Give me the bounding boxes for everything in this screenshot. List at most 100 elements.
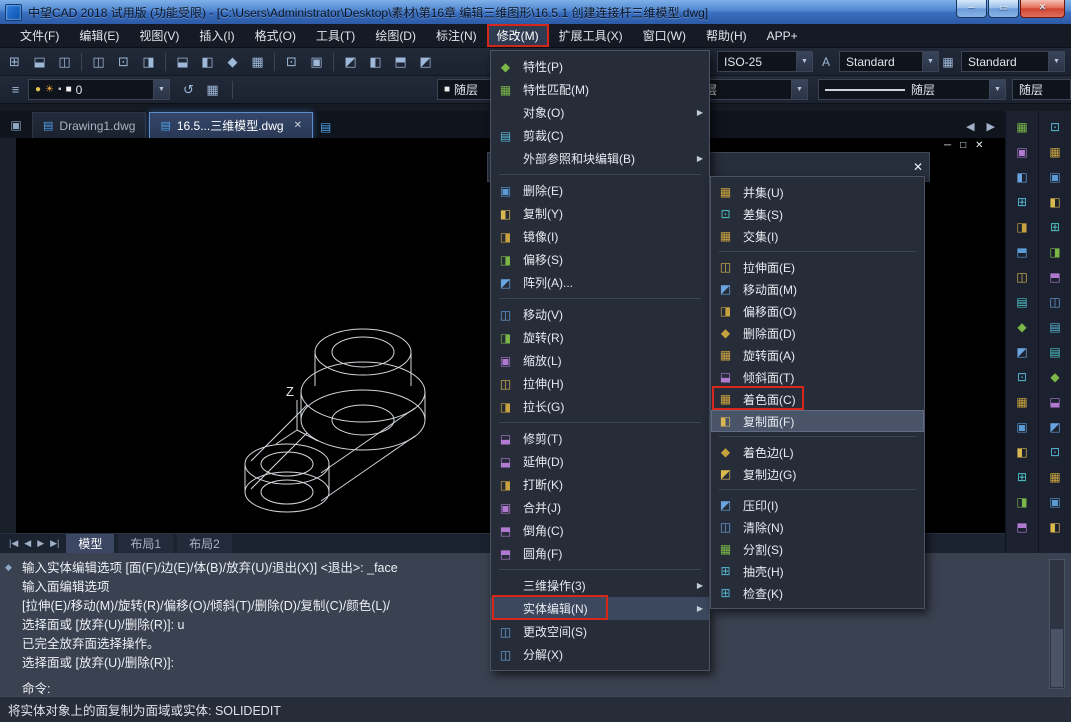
layout-nav-button-4[interactable]: ▶| [47,538,62,549]
solidedit-menu-item-12[interactable]: ◧复制面(F) [711,410,924,432]
solidedit-menu-item-17[interactable]: ◩压印(I) [711,494,924,516]
menubar-item-4[interactable]: 插入(I) [189,24,244,47]
menubar-item-13[interactable]: APP+ [757,24,808,47]
solidedit-menu-item-9[interactable]: ▦旋转面(A) [711,344,924,366]
inner-tool-10-icon[interactable]: ◩ [1012,341,1033,362]
textstyle-combo[interactable]: Standard ▼ [839,51,939,72]
modify-menu-item-13[interactable]: ◫移动(V) [491,303,709,326]
lineweight-combo[interactable]: 随层 ▼ [818,79,1006,100]
layout-nav-button-1[interactable]: |◀ [6,538,21,549]
inner-tool-12-icon[interactable]: ▦ [1012,391,1033,412]
layer-previous-icon[interactable]: ↺ [177,78,200,101]
inner-tool-8-icon[interactable]: ▤ [1012,291,1033,312]
inner-tool-9-icon[interactable]: ◆ [1012,316,1033,337]
modify-menu-item-7[interactable]: ▣删除(E) [491,179,709,202]
layer-states-icon[interactable]: ▦ [201,78,224,101]
modify-menu-item-9[interactable]: ◨镜像(I) [491,225,709,248]
outer-tool-14-icon[interactable]: ⊡ [1045,441,1066,462]
outer-tool-1-icon[interactable]: ⊡ [1045,116,1066,137]
cut-icon[interactable]: ⬓ [171,50,194,73]
layout2-tab[interactable]: 布局2 [177,534,232,553]
scroll-tabs-right-icon[interactable]: ▶ [987,120,995,133]
inner-tool-7-icon[interactable]: ◫ [1012,266,1033,287]
solidedit-menu-item-2[interactable]: ⊡差集(S) [711,203,924,225]
zoom-previous-icon[interactable]: ◩ [414,50,437,73]
open-icon[interactable]: ⬓ [28,50,51,73]
layout-nav-button-3[interactable]: ▶ [34,538,47,549]
outer-tool-12-icon[interactable]: ⬓ [1045,391,1066,412]
modify-menu-item-21[interactable]: ◨打断(K) [491,473,709,496]
outer-tool-13-icon[interactable]: ◩ [1045,416,1066,437]
undo-icon[interactable]: ⊡ [280,50,303,73]
modify-menu-item-24[interactable]: ⬒圆角(F) [491,542,709,565]
inner-tool-4-icon[interactable]: ⊞ [1012,191,1033,212]
menubar-item-3[interactable]: 视图(V) [129,24,189,47]
modify-menu-item-26[interactable]: 三维操作(3)▶ [491,574,709,597]
outer-tool-5-icon[interactable]: ⊞ [1045,216,1066,237]
inner-tool-6-icon[interactable]: ⬒ [1012,241,1033,262]
modify-menu-item-5[interactable]: 外部参照和块编辑(B)▶ [491,147,709,170]
zoom-window-icon[interactable]: ⬒ [389,50,412,73]
layout1-tab[interactable]: 布局1 [118,534,173,553]
modify-menu-item-27[interactable]: 实体编辑(N)▶ [491,597,709,620]
solidedit-menu-item-6[interactable]: ◩移动面(M) [711,278,924,300]
modify-menu-item-11[interactable]: ◩阵列(A)... [491,271,709,294]
inner-tool-13-icon[interactable]: ▣ [1012,416,1033,437]
modify-menu-item-20[interactable]: ⬓延伸(D) [491,450,709,473]
model-tab[interactable]: 模型 [66,534,114,553]
modify-menu-item-8[interactable]: ◧复制(Y) [491,202,709,225]
outer-tool-4-icon[interactable]: ◧ [1045,191,1066,212]
plot-preview-icon[interactable]: ⊡ [112,50,135,73]
outer-tool-3-icon[interactable]: ▣ [1045,166,1066,187]
modify-menu-item-29[interactable]: ◫分解(X) [491,643,709,666]
menubar-item-9[interactable]: 修改(M) [487,24,549,47]
outer-tool-9-icon[interactable]: ▤ [1045,316,1066,337]
solidedit-menu-item-5[interactable]: ◫拉伸面(E) [711,256,924,278]
inner-tool-15-icon[interactable]: ⊞ [1012,466,1033,487]
modify-menu-item-19[interactable]: ⬓修剪(T) [491,427,709,450]
solidedit-menu-item-3[interactable]: ▦交集(I) [711,225,924,247]
maximize-button[interactable]: ▭ [988,0,1019,18]
menubar-item-6[interactable]: 工具(T) [306,24,365,47]
save-icon[interactable]: ◫ [53,50,76,73]
layer-properties-icon[interactable]: ≡ [4,78,27,101]
scroll-tabs-left-icon[interactable]: ◀ [966,120,974,133]
modify-menu-item-15[interactable]: ▣缩放(L) [491,349,709,372]
menubar-item-10[interactable]: 扩展工具(X) [549,24,633,47]
command-scrollbar[interactable] [1049,559,1065,689]
outer-tool-7-icon[interactable]: ⬒ [1045,266,1066,287]
inner-tool-1-icon[interactable]: ▦ [1012,116,1033,137]
inner-tool-14-icon[interactable]: ◧ [1012,441,1033,462]
solidedit-menu-item-7[interactable]: ◨偏移面(O) [711,300,924,322]
tab-menu-icon[interactable]: ▣ [4,114,28,136]
outer-tool-8-icon[interactable]: ◫ [1045,291,1066,312]
modify-menu-item-4[interactable]: ▤剪裁(C) [491,124,709,147]
modify-menu-item-22[interactable]: ▣合并(J) [491,496,709,519]
mdi-close-icon[interactable]: ✕ [975,140,983,151]
doc-tab-current[interactable]: ▤ 16.5...三维模型.dwg ✕ [149,112,313,138]
modify-menu-item-16[interactable]: ◫拉伸(H) [491,372,709,395]
plot-icon[interactable]: ◫ [87,50,110,73]
new-drawing-tab-icon[interactable]: ▤ [320,120,331,134]
outer-tool-6-icon[interactable]: ◨ [1045,241,1066,262]
outer-tool-2-icon[interactable]: ▦ [1045,141,1066,162]
dimstyle-combo[interactable]: ISO-25 ▼ [717,51,813,72]
paste-icon[interactable]: ◆ [221,50,244,73]
solidedit-menu-item-11[interactable]: ▦着色面(C) [711,388,924,410]
modify-menu-item-14[interactable]: ◨旋转(R) [491,326,709,349]
match-properties-icon[interactable]: ▦ [246,50,269,73]
menubar-item-5[interactable]: 格式(O) [245,24,306,47]
publish-icon[interactable]: ◨ [137,50,160,73]
inner-tool-5-icon[interactable]: ◨ [1012,216,1033,237]
layout-nav-button-2[interactable]: ◀ [21,538,34,549]
plotstyle-combo[interactable]: 随层 [1012,79,1071,100]
inner-tool-2-icon[interactable]: ▣ [1012,141,1033,162]
redo-icon[interactable]: ▣ [305,50,328,73]
menubar-item-1[interactable]: 文件(F) [10,24,69,47]
menubar-item-2[interactable]: 编辑(E) [69,24,129,47]
inner-tool-3-icon[interactable]: ◧ [1012,166,1033,187]
outer-tool-11-icon[interactable]: ◆ [1045,366,1066,387]
solidedit-menu-item-14[interactable]: ◆着色边(L) [711,441,924,463]
menubar-item-7[interactable]: 绘图(D) [365,24,426,47]
mdi-minimize-icon[interactable]: ─ [944,140,951,151]
